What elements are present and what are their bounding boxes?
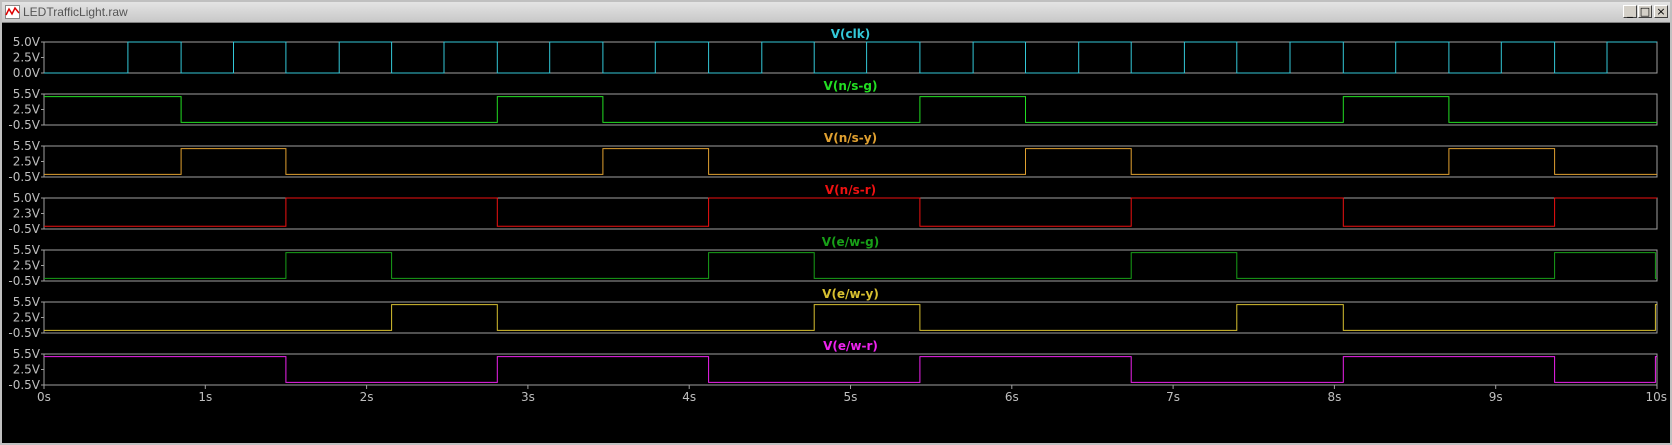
panel-1: V(n/s-g) 5.5V 2.5V-0.5V [8, 79, 1658, 132]
y-tick-label: 5.5V [13, 87, 41, 101]
y-tick-label: 5.0V [13, 191, 41, 205]
trace-title[interactable]: V(clk) [831, 27, 870, 41]
y-tick-label: 2.5V [13, 259, 41, 273]
panel-frame [43, 93, 1658, 126]
y-tick-label: 5.5V [13, 295, 41, 309]
trace-line [44, 304, 1657, 331]
trace-line [44, 96, 1657, 123]
window-title: LEDTrafficLight.raw [23, 5, 128, 19]
trace-line [44, 197, 1657, 227]
trace-line [44, 356, 1657, 383]
trace-title[interactable]: V(e/w-g) [822, 235, 879, 249]
y-tick-label: 2.5V [13, 155, 41, 169]
plot-area[interactable]: V(clk) 5.0V 2.5V 0.0V V(n/s-g) 5.5V 2.5V -0.5V V… [2, 23, 1670, 443]
y-tick-label: 2.5V [13, 363, 41, 377]
y-tick-label: 2.5V [13, 311, 41, 325]
minimize-icon: _ [1627, 5, 1633, 18]
trace-line [44, 41, 1657, 74]
panel-3: V(n/s-r) 5.0V 2.3V-0.5V [8, 183, 1658, 236]
panel-0: V(clk) 5.0V 2.5V0.0V [13, 27, 1658, 80]
maximize-button[interactable]: □ [1638, 5, 1652, 18]
y-tick-label: -0.5V [8, 378, 40, 392]
y-tick-label: 2.5V [13, 103, 41, 117]
y-tick-label: 5.5V [13, 347, 41, 361]
x-tick-label: 3s [521, 390, 535, 404]
close-button[interactable]: × [1654, 5, 1668, 18]
x-tick-label: 1s [198, 390, 212, 404]
x-axis: 0s 1s 2s 3s 4s 5s 6s 7s 8s 9s 10s [37, 385, 1667, 404]
x-tick-label: 6s [1005, 390, 1019, 404]
trace-title[interactable]: V(n/s-y) [824, 131, 877, 145]
maximize-icon: □ [1639, 5, 1651, 18]
x-tick-label: 7s [1166, 390, 1180, 404]
y-tick-label: -0.5V [8, 326, 40, 340]
minimize-button[interactable]: _ [1623, 5, 1637, 18]
title-bar[interactable]: LEDTrafficLight.raw _ □ × [2, 2, 1670, 23]
panel-5: V(e/w-y) 5.5V 2.5V-0.5V [8, 287, 1658, 340]
y-tick-label: -0.5V [8, 274, 40, 288]
x-tick-label: 2s [360, 390, 374, 404]
y-tick-label: -0.5V [8, 170, 40, 184]
y-tick-label: 2.5V [13, 51, 41, 65]
trace-title[interactable]: V(e/w-y) [822, 287, 879, 301]
trace-line [44, 252, 1657, 279]
waveform-chart[interactable]: V(clk)5.0V2.5V0.0VV(n/s-g)5.5V2.5V-0.5VV… [2, 23, 1670, 443]
x-tick-label: 0s [37, 390, 51, 404]
panel-6: V(e/w-r) 5.5V 2.5V-0.5V [8, 339, 1658, 392]
waveform-viewer-window: LEDTrafficLight.raw _ □ × V(clk) 5.0V 2.5V… [0, 0, 1672, 445]
y-tick-label: 5.5V [13, 139, 41, 153]
y-tick-label: -0.5V [8, 118, 40, 132]
y-tick-label: 5.0V [13, 35, 41, 49]
y-tick-label: 5.5V [13, 243, 41, 257]
panel-frame [43, 301, 1658, 334]
trace-title[interactable]: V(n/s-g) [824, 79, 878, 93]
x-tick-label: 10s [1645, 390, 1667, 404]
panel-2: V(n/s-y) 5.5V 2.5V-0.5V [8, 131, 1658, 184]
y-tick-label: 0.0V [13, 66, 41, 80]
x-tick-label: 9s [1489, 390, 1503, 404]
trace-title[interactable]: V(n/s-r) [825, 183, 876, 197]
y-tick-label: -0.5V [8, 222, 40, 236]
x-tick-label: 5s [844, 390, 858, 404]
trace-line [44, 148, 1657, 175]
y-tick-label: 2.3V [13, 207, 41, 221]
x-tick-label: 8s [1327, 390, 1341, 404]
waveform-app-icon [5, 5, 20, 19]
panel-4: V(e/w-g) 5.5V 2.5V-0.5V [8, 235, 1658, 288]
trace-title[interactable]: V(e/w-r) [823, 339, 878, 353]
close-icon: × [1656, 5, 1666, 18]
x-tick-label: 4s [682, 390, 696, 404]
